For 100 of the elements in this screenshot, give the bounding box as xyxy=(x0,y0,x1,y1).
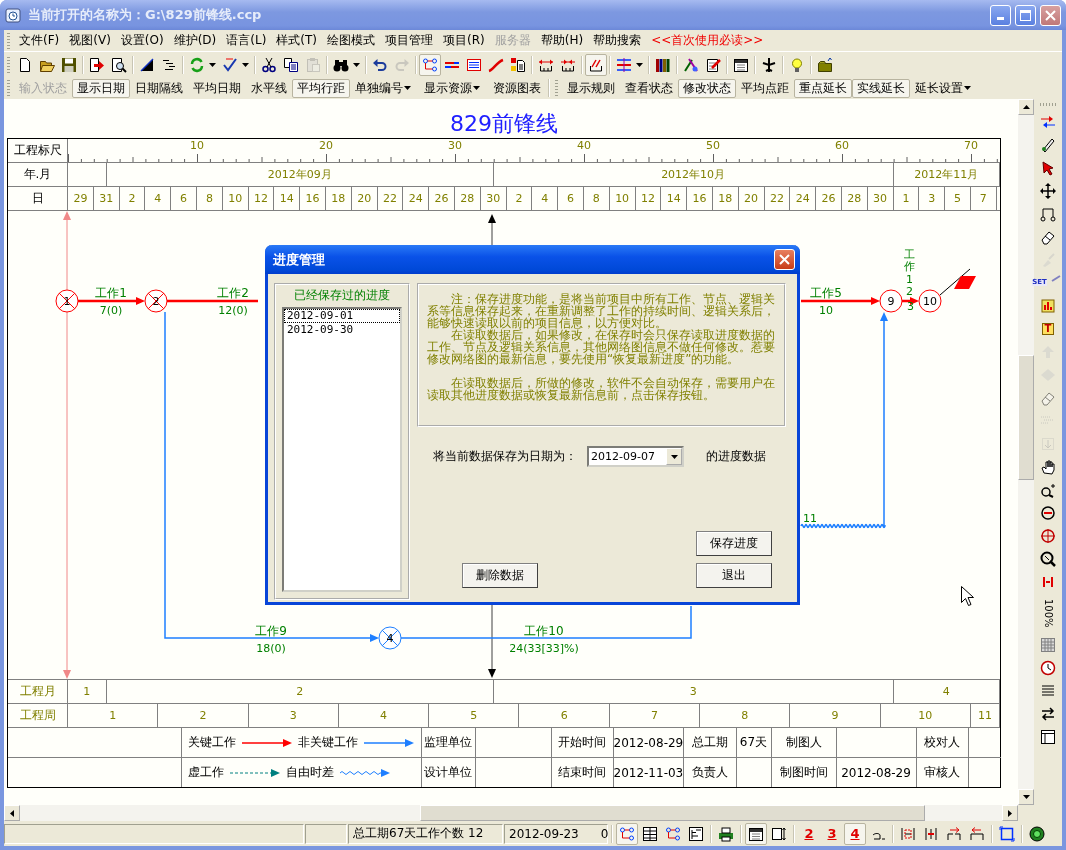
maximize-button[interactable] xyxy=(1015,4,1036,26)
close-button[interactable] xyxy=(1040,4,1061,26)
menu-item[interactable]: 样式(T) xyxy=(271,30,323,51)
table-cell: 开始时间 xyxy=(551,728,613,758)
down-arrow-icon xyxy=(1022,795,1030,800)
date-label: 将当前数据保存为日期为： xyxy=(433,448,577,465)
toolbar-button[interactable]: 查看状态 xyxy=(620,79,678,98)
month-cell: 1 xyxy=(68,680,107,704)
menu-item[interactable]: 文件(F) xyxy=(14,30,65,51)
scroll-up-button[interactable] xyxy=(1018,99,1034,116)
scroll-thumb[interactable] xyxy=(1018,355,1034,481)
scale-label: 60 xyxy=(834,139,850,154)
day-cell: 8 xyxy=(583,187,610,211)
work-name: 工作10 xyxy=(524,624,564,639)
menu-item[interactable]: 维护(D) xyxy=(168,30,222,51)
scroll-thumb[interactable] xyxy=(420,805,925,822)
menu-item[interactable]: 视图(V) xyxy=(64,30,116,51)
up-arrow-icon xyxy=(1022,105,1030,110)
menu-item[interactable]: 帮助搜索 xyxy=(588,30,647,51)
day-cell: 18 xyxy=(712,187,739,211)
day-cell: 12 xyxy=(248,187,275,211)
menu-item[interactable]: 语言(L) xyxy=(221,30,272,51)
calendar-icon[interactable] xyxy=(745,822,767,845)
caret-icon[interactable] xyxy=(404,86,411,91)
caret-icon[interactable] xyxy=(353,62,360,67)
work-name: 工作9 xyxy=(255,624,287,639)
save-button[interactable]: 保存进度 xyxy=(696,531,772,556)
list-item[interactable]: 2012-09-30 xyxy=(284,323,400,337)
toolbar-button[interactable]: 实线延长 xyxy=(852,79,910,98)
legend-label: 自由时差 xyxy=(285,764,334,782)
day-cell: 10 xyxy=(609,187,636,211)
table-cell: 2012-08-29 xyxy=(613,728,683,758)
network-diagram-icon[interactable] xyxy=(419,53,441,76)
caret-icon[interactable] xyxy=(473,86,480,91)
table-cell: 校对人 xyxy=(916,728,968,758)
menu-item[interactable]: 项目(R) xyxy=(438,30,490,51)
scroll-down-button[interactable] xyxy=(1018,789,1034,806)
week-cell: 3 xyxy=(248,704,339,728)
toolbar-button[interactable]: 单独编号 xyxy=(350,79,419,98)
right-arrow-icon xyxy=(1008,809,1012,817)
minimize-button[interactable] xyxy=(990,4,1011,26)
work-duration: 12(0) xyxy=(218,304,248,318)
left-arrow-icon xyxy=(10,809,14,817)
toolbar-button[interactable]: 修改状态 xyxy=(678,79,736,98)
slanted-lines-icon[interactable] xyxy=(585,53,607,76)
zoom-percent[interactable]: 100% xyxy=(1042,595,1054,632)
work-name: 工作2 xyxy=(217,286,249,301)
menu-item[interactable]: 设置(O) xyxy=(115,30,169,51)
toolbar-button[interactable]: 延长设置 xyxy=(910,79,979,98)
toolbar-button[interactable]: 显示规则 xyxy=(562,79,620,98)
date-dropdown[interactable]: 2012-09-07 xyxy=(587,446,684,467)
menu-item[interactable]: 绘图模式 xyxy=(322,30,381,51)
toolbar-button[interactable]: 显示日期 xyxy=(72,79,130,98)
numbered-bracket-icon[interactable]: 2 xyxy=(798,822,820,845)
day-cell: 2 xyxy=(119,187,146,211)
saved-progress-list[interactable]: 2012-09-01 2012-09-30 xyxy=(282,307,402,592)
scroll-left-button[interactable] xyxy=(4,805,20,822)
status-count: 0 xyxy=(600,826,609,841)
toolbar-button[interactable]: 平均点距 xyxy=(736,79,794,98)
window-title: 当前打开的名称为：G:\829前锋线.ccp xyxy=(28,6,263,24)
day-cell: 4 xyxy=(532,187,559,211)
close-button[interactable] xyxy=(774,249,795,270)
month-cell: 2012年11月 xyxy=(893,163,1000,187)
scroll-right-button[interactable] xyxy=(1002,805,1018,822)
day-cell: 12 xyxy=(635,187,662,211)
toolbar-grip[interactable] xyxy=(7,80,10,97)
day-cell: 4 xyxy=(145,187,172,211)
toolbar-button[interactable]: 平均日期 xyxy=(188,79,246,98)
close-icon xyxy=(1045,9,1056,21)
scale-label: 30 xyxy=(447,139,463,154)
numbered-bracket-icon[interactable]: 4 xyxy=(844,822,866,845)
caret-icon[interactable] xyxy=(209,62,216,67)
exit-button[interactable]: 退出 xyxy=(696,563,772,588)
numbered-bracket-icon[interactable]: 3 xyxy=(821,822,843,845)
day-cell: 16 xyxy=(300,187,326,211)
day-cell: 30 xyxy=(480,187,507,211)
menu-item[interactable]: 帮助(H) xyxy=(535,30,589,51)
list-item[interactable]: 2012-09-01 xyxy=(284,309,400,323)
delete-button[interactable]: 删除数据 xyxy=(462,563,538,588)
work-name: 工作12 xyxy=(904,249,915,298)
toolbar-button[interactable]: 日期隔线 xyxy=(130,79,188,98)
toolbar-button[interactable]: 资源图表 xyxy=(488,79,546,98)
menu-item[interactable]: 项目管理 xyxy=(380,30,439,51)
caret-icon[interactable] xyxy=(964,86,971,91)
week-cell: 7 xyxy=(609,704,701,728)
toolbar-grip[interactable] xyxy=(7,56,10,73)
toolbar-button[interactable]: 重点延长 xyxy=(794,79,852,98)
close-icon xyxy=(779,254,790,265)
menu-item[interactable]: <<首次使用必读>> xyxy=(646,30,769,51)
toolbar-button[interactable]: 水平线 xyxy=(246,79,292,98)
caret-icon[interactable] xyxy=(242,62,249,67)
row-label: 工程周 xyxy=(8,704,68,728)
toolbar-grip[interactable] xyxy=(7,32,10,49)
toolbar-button[interactable]: 平均行距 xyxy=(292,79,350,98)
network-diagram-icon[interactable] xyxy=(616,822,638,845)
toolbar-button[interactable]: 显示资源 xyxy=(419,79,488,98)
scale-label: 40 xyxy=(576,139,592,154)
toolbar-grip[interactable] xyxy=(1040,103,1056,107)
caret-icon[interactable] xyxy=(636,62,643,67)
toolbar-grip[interactable] xyxy=(555,80,558,97)
